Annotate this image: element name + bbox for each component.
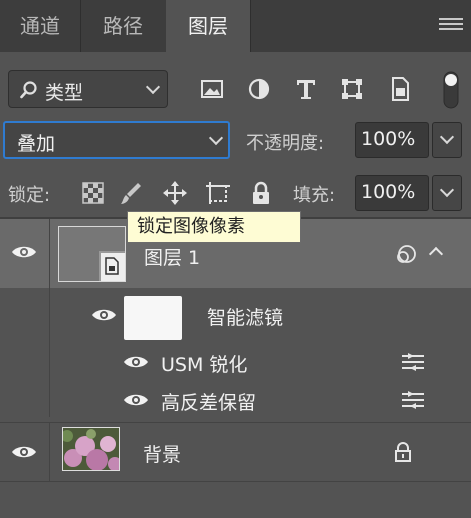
chevron-up-icon[interactable]	[428, 246, 444, 262]
layer-thumbnail	[58, 226, 126, 282]
tab-layers[interactable]: 图层	[166, 0, 250, 52]
filter-row-high-pass[interactable]: 高反差保留	[0, 380, 471, 417]
fill-dropdown-button[interactable]	[432, 175, 462, 211]
visibility-toggle[interactable]	[0, 423, 50, 481]
tab-divider	[250, 0, 251, 52]
filter-type-label: 类型	[45, 82, 84, 104]
tab-channels[interactable]: 通道	[0, 0, 80, 52]
filter-row-usm[interactable]: USM 锐化	[0, 343, 471, 380]
tooltip: 锁定图像像素	[127, 211, 301, 243]
blend-mode-select[interactable]: 叠加	[3, 121, 230, 159]
image-filter-icon[interactable]	[198, 75, 226, 103]
eye-column	[0, 380, 50, 417]
blend-mode-value: 叠加	[17, 133, 56, 155]
lock-position-icon[interactable]	[162, 180, 188, 206]
lock-icon[interactable]	[393, 441, 413, 463]
filter-name: 高反差保留	[161, 392, 257, 414]
chevron-down-icon	[208, 130, 224, 146]
shape-filter-icon[interactable]	[338, 75, 366, 103]
smart-filters-row[interactable]: 智能滤镜	[0, 288, 471, 343]
fill-input[interactable]: 100%	[355, 175, 429, 211]
smart-object-filter-icon[interactable]	[386, 75, 414, 103]
smart-filter-badge-icon	[397, 245, 416, 263]
eye-icon	[12, 246, 36, 258]
blending-options-icon[interactable]	[400, 352, 426, 372]
tab-paths[interactable]: 路径	[80, 0, 166, 52]
layer-name: 背景	[143, 444, 182, 466]
opacity-label: 不透明度:	[246, 133, 325, 154]
lock-artboard-icon[interactable]	[205, 180, 231, 206]
type-filter-icon[interactable]	[292, 75, 320, 103]
smart-object-badge-icon	[105, 257, 119, 275]
chevron-down-icon	[439, 182, 455, 198]
eye-icon[interactable]	[123, 392, 149, 408]
eye-icon	[12, 446, 36, 458]
layer-filter-select[interactable]: 类型	[8, 70, 168, 108]
adjustment-filter-icon[interactable]	[245, 75, 273, 103]
chevron-down-icon	[439, 129, 455, 145]
filter-mask-thumbnail[interactable]	[124, 296, 182, 340]
background-thumbnail	[62, 427, 120, 471]
lock-label: 锁定:	[8, 185, 51, 206]
eye-column	[0, 343, 50, 380]
visibility-toggle[interactable]	[0, 219, 50, 288]
lock-all-icon[interactable]	[248, 180, 274, 206]
lock-transparent-pixels-icon[interactable]	[80, 180, 106, 206]
panel-menu-icon[interactable]	[439, 18, 463, 34]
eye-icon[interactable]	[123, 354, 149, 370]
search-icon	[20, 81, 37, 99]
lock-image-pixels-icon[interactable]	[118, 180, 144, 206]
eye-column	[0, 288, 50, 343]
opacity-input[interactable]: 100%	[355, 122, 429, 158]
panel-tab-bar: 通道 路径 图层	[0, 0, 471, 52]
opacity-dropdown-button[interactable]	[432, 122, 462, 158]
chevron-down-icon	[145, 79, 161, 95]
blending-options-icon[interactable]	[400, 390, 426, 410]
eye-icon[interactable]	[91, 307, 117, 323]
filter-toggle-icon[interactable]	[440, 70, 462, 110]
layer-name: 图层 1	[144, 247, 201, 269]
fill-label: 填充:	[293, 185, 336, 206]
layers-empty-area	[0, 482, 471, 518]
filter-name: USM 锐化	[161, 354, 248, 376]
smart-filters-label: 智能滤镜	[207, 307, 284, 329]
